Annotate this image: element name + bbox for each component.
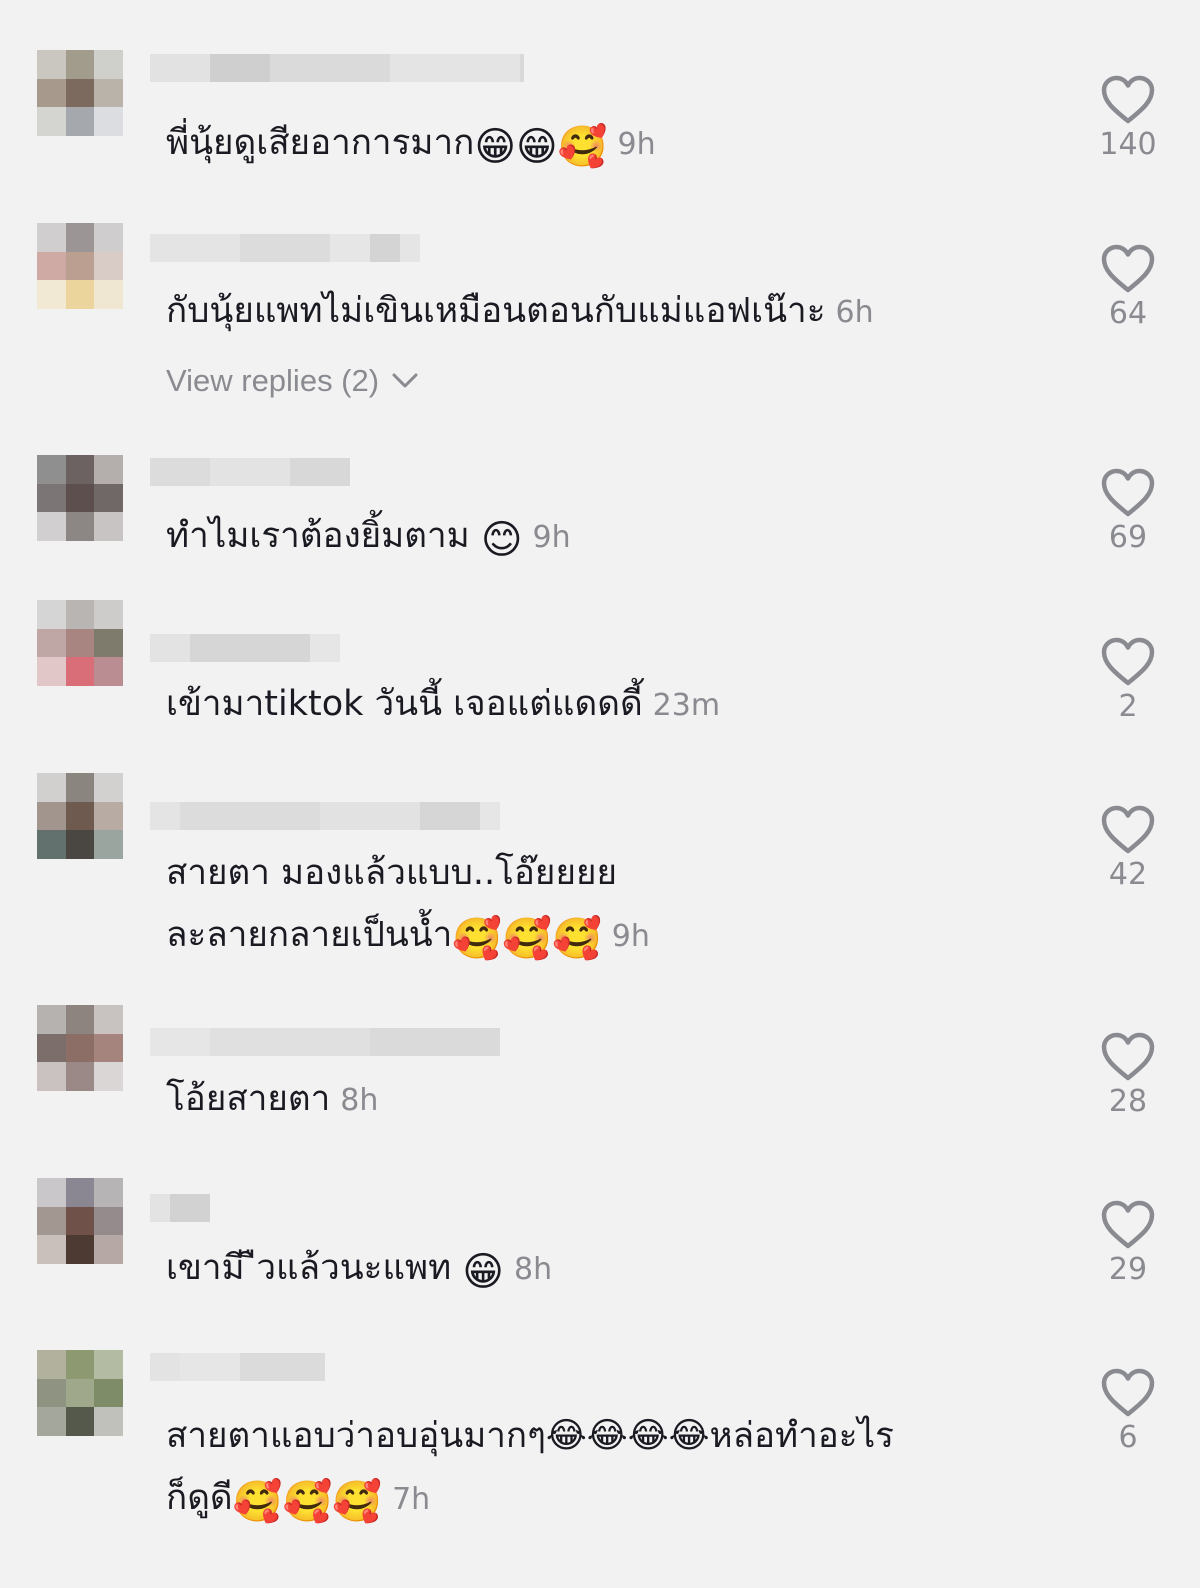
comment-text: เขามี ืวแล้วนะแพท 😁 8h: [166, 1248, 553, 1295]
like-button[interactable]: 29: [1098, 1200, 1158, 1287]
comment-time: 9h: [532, 520, 571, 555]
heart-outline-icon[interactable]: [1098, 1368, 1158, 1418]
like-count: 42: [1108, 857, 1148, 892]
grin-emoji-icon: 😁: [516, 124, 558, 170]
avatar[interactable]: [37, 773, 123, 859]
comment-time: 9h: [617, 127, 656, 162]
view-replies-label: View replies (2): [166, 363, 380, 398]
avatar[interactable]: [37, 455, 123, 541]
like-button[interactable]: 64: [1098, 244, 1158, 331]
heart-outline-icon[interactable]: [1098, 244, 1158, 294]
like-button[interactable]: 6: [1098, 1368, 1158, 1455]
comment-time: 6h: [835, 295, 874, 330]
like-button[interactable]: 2: [1098, 637, 1158, 724]
like-count: 28: [1108, 1084, 1148, 1119]
username-blurred[interactable]: [150, 1347, 325, 1387]
comment-time: 9h: [611, 919, 650, 954]
avatar[interactable]: [37, 223, 123, 309]
chevron-down-icon: [392, 373, 418, 388]
like-count: 2: [1118, 689, 1138, 724]
username-blurred[interactable]: [150, 1022, 500, 1062]
comment-time: 8h: [514, 1252, 553, 1287]
like-count: 6: [1118, 1420, 1138, 1455]
like-count: 64: [1108, 296, 1148, 331]
username-blurred[interactable]: [150, 452, 350, 492]
comment-text: โอ้ยสายตา 8h: [166, 1079, 379, 1119]
smiling-hearts-emoji-icon: 🥰: [551, 916, 602, 962]
comment-time: 23m: [652, 688, 721, 723]
username-blurred[interactable]: [150, 228, 420, 268]
smiling-hearts-emoji-icon: 🥰: [232, 1479, 283, 1525]
like-count: 69: [1108, 520, 1148, 555]
avatar[interactable]: [37, 1178, 123, 1264]
like-button[interactable]: 140: [1098, 75, 1158, 162]
avatar[interactable]: [37, 1005, 123, 1091]
like-count: 29: [1108, 1252, 1148, 1287]
heart-outline-icon[interactable]: [1098, 637, 1158, 687]
username-blurred[interactable]: [150, 48, 524, 88]
comment-text: พี่นุ้ยดูเสียอาการมาก😁😁🥰 9h: [166, 123, 656, 170]
avatar[interactable]: [37, 1350, 123, 1436]
smiling-hearts-emoji-icon: 🥰: [557, 124, 608, 170]
smiling-hearts-emoji-icon: 🥰: [502, 916, 552, 962]
smiling-hearts-emoji-icon: 🥰: [452, 916, 503, 962]
comment-text: สายตา มองแล้วแบบ..โอ๊ยยยย ละลายกลายเป็นน…: [166, 842, 1046, 968]
comment-text: สายตาแอบว่าอบอุ่นมากๆ😂😂😂😂หล่อทำอะไร ก็ดู…: [166, 1405, 1046, 1531]
smiling-hearts-emoji-icon: 🥰: [332, 1479, 383, 1525]
comment-text-line: สายตาแอบว่าอบอุ่นมากๆ😂😂😂😂หล่อทำอะไร: [166, 1416, 894, 1456]
avatar[interactable]: [37, 50, 123, 136]
like-button[interactable]: 28: [1098, 1032, 1158, 1119]
username-blurred[interactable]: [150, 628, 340, 668]
avatar[interactable]: [37, 600, 123, 686]
heart-outline-icon[interactable]: [1098, 1200, 1158, 1250]
comment-text-line: สายตา มองแล้วแบบ..โอ๊ยยยย: [166, 853, 617, 893]
comment-text: กับนุ้ยแพทไม่เขินเหมือนตอนกับแม่แอฟเน๊าะ…: [166, 291, 874, 331]
comment-time: 8h: [340, 1083, 379, 1118]
heart-outline-icon[interactable]: [1098, 75, 1158, 125]
smiling-emoji-icon: 😊: [480, 517, 523, 563]
heart-outline-icon[interactable]: [1098, 805, 1158, 855]
heart-outline-icon[interactable]: [1098, 1032, 1158, 1082]
grin-emoji-icon: 😁: [462, 1249, 504, 1295]
like-count: 140: [1099, 127, 1157, 162]
grin-emoji-icon: 😁: [474, 124, 517, 170]
view-replies-button[interactable]: View replies (2): [166, 363, 419, 399]
comment-time: 7h: [392, 1482, 431, 1517]
heart-outline-icon[interactable]: [1098, 468, 1158, 518]
comment-text: เข้ามาtiktok วันนี้ เจอแต่แดดดี้ 23m: [166, 684, 721, 724]
like-button[interactable]: 42: [1098, 805, 1158, 892]
like-button[interactable]: 69: [1098, 468, 1158, 555]
username-blurred[interactable]: [150, 1188, 210, 1228]
username-blurred[interactable]: [150, 796, 500, 836]
comment-text: ทำไมเราต้องยิ้มตาม 😊 9h: [166, 516, 571, 563]
smiling-hearts-emoji-icon: 🥰: [282, 1479, 333, 1525]
